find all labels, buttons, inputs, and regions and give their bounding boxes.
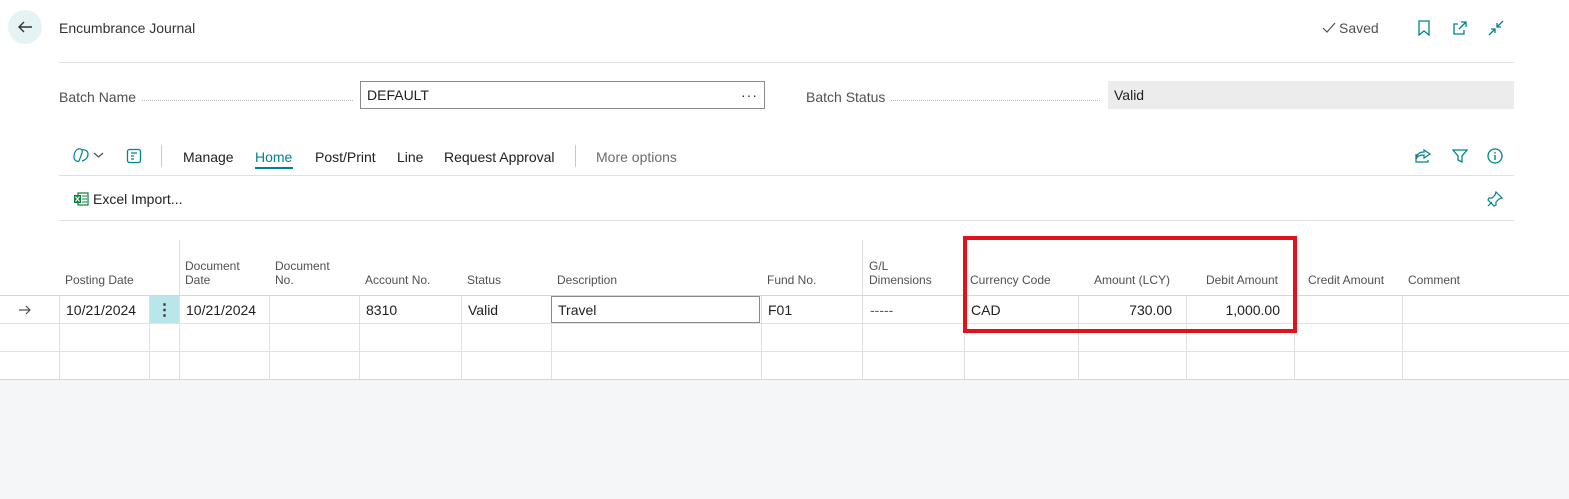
col-header-document-no[interactable]: Document No. [275, 259, 345, 287]
edit-list-button[interactable] [126, 148, 142, 169]
col-header-document-date[interactable]: Document Date [185, 259, 255, 287]
batch-name-label: Batch Name [59, 89, 353, 105]
row-actions-button[interactable]: ⋮ [150, 296, 179, 323]
grid-col-line [359, 296, 360, 379]
pin-icon [1487, 190, 1504, 207]
grid-col-line [761, 296, 762, 379]
action-separator [161, 145, 162, 167]
action-manage[interactable]: Manage [183, 149, 234, 165]
description-input[interactable]: Travel [551, 296, 760, 323]
open-new-window-button[interactable] [1450, 18, 1470, 38]
grid-col-line [862, 296, 863, 379]
col-header-status[interactable]: Status [467, 273, 501, 287]
cell-account-no[interactable]: 8310 [366, 302, 397, 318]
filter-icon [1451, 149, 1469, 164]
cell-posting-date[interactable]: 10/21/2024 [66, 302, 136, 318]
lookup-ellipsis-icon[interactable]: ··· [741, 87, 758, 103]
header-col-separator [179, 240, 180, 296]
pin-actions-button[interactable] [1487, 190, 1504, 212]
collapse-button[interactable] [1486, 18, 1506, 38]
header-divider [59, 62, 1514, 63]
grid-row-line [0, 323, 1569, 324]
grid-empty-area [0, 380, 1569, 499]
more-vertical-icon: ⋮ [156, 301, 173, 319]
cell-document-date[interactable]: 10/21/2024 [186, 302, 256, 318]
bookmark-icon [1418, 20, 1430, 36]
grid-row-line [0, 351, 1569, 352]
excel-icon [74, 192, 89, 206]
filter-button[interactable] [1451, 148, 1469, 169]
bookmark-button[interactable] [1414, 18, 1434, 38]
highlight-annotation-box [963, 236, 1297, 333]
grid-col-line [461, 296, 462, 379]
saved-status: Saved [1322, 20, 1379, 36]
cell-gl-dimensions-link[interactable]: ----- [870, 302, 893, 318]
collapse-icon [1488, 20, 1504, 36]
copilot-icon [73, 148, 89, 163]
batch-name-input[interactable]: DEFAULT ··· [360, 81, 765, 109]
col-header-posting-date[interactable]: Posting Date [65, 273, 134, 287]
cell-status[interactable]: Valid [468, 302, 498, 318]
action-post-print[interactable]: Post/Print [315, 149, 376, 165]
grid-col-line [269, 296, 270, 379]
page-title: Encumbrance Journal [59, 20, 196, 36]
copilot-menu[interactable] [72, 147, 104, 163]
actionbar-divider [59, 175, 1514, 176]
share-icon [1415, 148, 1432, 163]
check-icon [1322, 22, 1336, 33]
col-header-gl-dimensions[interactable]: G/L Dimensions [869, 259, 949, 287]
batch-status-label: Batch Status [806, 89, 1100, 105]
edit-list-icon [126, 148, 142, 164]
batch-name-value: DEFAULT [367, 87, 429, 103]
grid-col-line [59, 296, 60, 379]
action-line[interactable]: Line [397, 149, 423, 165]
col-header-credit-amount[interactable]: Credit Amount [1308, 273, 1384, 287]
active-tab-indicator [255, 167, 293, 169]
share-button[interactable] [1414, 148, 1432, 169]
chevron-down-icon [93, 152, 104, 158]
grid-row-line [0, 295, 1569, 296]
action-separator [575, 145, 576, 167]
saved-label: Saved [1339, 20, 1379, 36]
more-options-button[interactable]: More options [596, 149, 677, 165]
batch-status-value: Valid [1108, 81, 1514, 109]
col-header-account-no[interactable]: Account No. [365, 273, 430, 287]
open-new-window-icon [1453, 21, 1467, 35]
toolbar-divider [59, 220, 1514, 221]
col-header-description[interactable]: Description [557, 273, 617, 287]
col-header-comment[interactable]: Comment [1408, 273, 1460, 287]
action-request-approval[interactable]: Request Approval [444, 149, 555, 165]
grid-col-line [179, 296, 180, 379]
col-header-fund-no[interactable]: Fund No. [767, 273, 816, 287]
info-icon [1487, 148, 1503, 164]
arrow-left-icon [18, 21, 32, 33]
excel-import-label: Excel Import... [93, 191, 183, 207]
header-col-separator [862, 240, 863, 296]
action-home[interactable]: Home [255, 149, 292, 165]
excel-import-button[interactable]: Excel Import... [73, 191, 182, 207]
info-button[interactable] [1487, 148, 1503, 169]
cell-fund-no[interactable]: F01 [768, 302, 792, 318]
arrow-right-icon [19, 305, 31, 315]
grid-col-line [1402, 296, 1403, 379]
back-button[interactable] [8, 10, 42, 44]
current-row-indicator [18, 303, 32, 322]
